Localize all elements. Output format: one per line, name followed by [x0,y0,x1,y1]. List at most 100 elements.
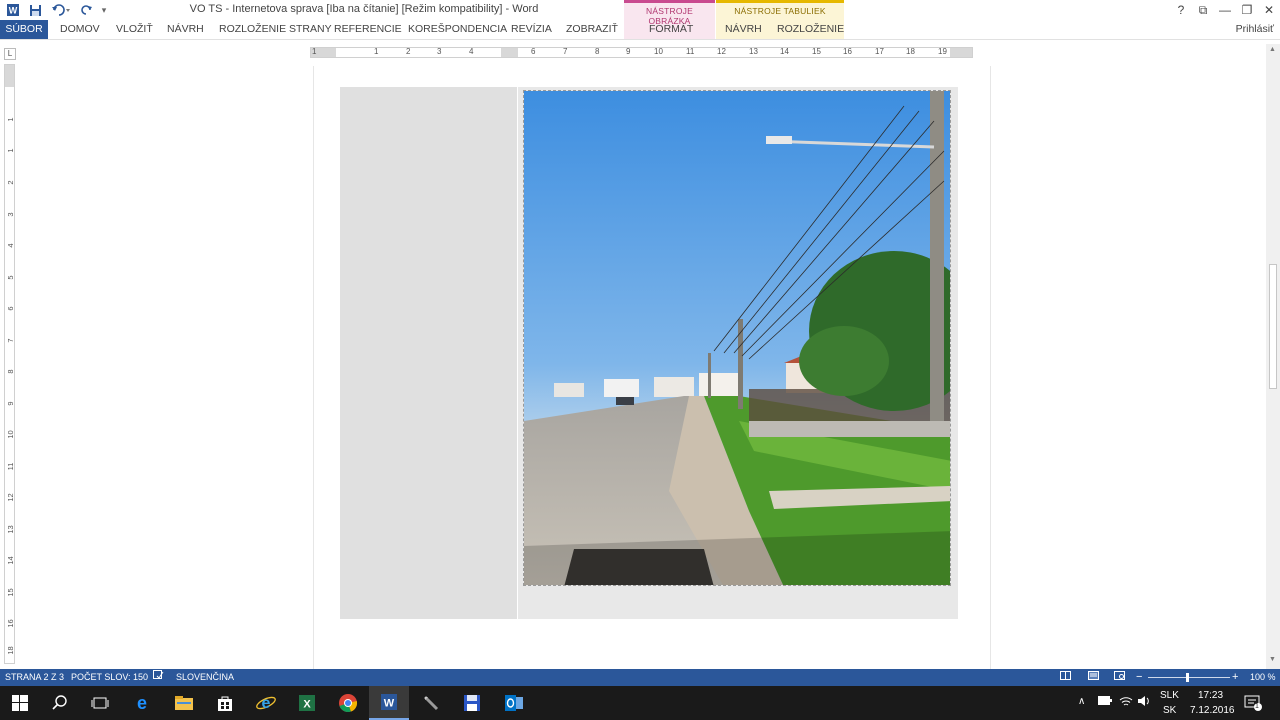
ruler-number: 1 [6,148,15,153]
tab-file[interactable]: SÚBOR [0,20,48,39]
tab-mailings[interactable]: KOREŠPONDENCIA [408,20,507,39]
tab-review[interactable]: REVÍZIA [511,20,552,39]
zoom-slider[interactable] [1148,677,1230,678]
ruler-number: 4 [6,243,15,248]
scroll-down-icon[interactable]: ▼ [1269,656,1276,663]
tab-insert[interactable]: VLOŽIŤ [116,20,153,39]
ruler-number: 18 [906,47,915,56]
close-button[interactable]: ✕ [1258,2,1280,18]
redo-icon[interactable] [79,2,95,18]
volume-icon[interactable] [1137,695,1151,710]
ruler-number: 2 [6,180,15,185]
ruler-number: 7 [563,47,568,56]
scrollbar-thumb[interactable] [1269,264,1277,389]
ruler-number: 10 [654,47,663,56]
input-language-top[interactable]: SLK [1160,690,1179,701]
input-language-bottom[interactable]: SK [1163,705,1176,716]
restore-button[interactable]: ❐ [1236,2,1258,18]
page-count[interactable]: STRANA 2 Z 3 [5,669,64,686]
web-layout-icon[interactable] [1114,669,1125,686]
excel-icon[interactable]: X [287,686,327,720]
scroll-up-icon[interactable]: ▲ [1269,46,1276,53]
ruler-number: 5 [6,275,15,280]
ruler-number: 9 [626,47,631,56]
tab-design[interactable]: NÁVRH [167,20,204,39]
tab-home[interactable]: DOMOV [60,20,100,39]
tab-table-design[interactable]: NÁVRH [725,20,762,39]
file-explorer-icon[interactable] [164,686,204,720]
chevron-up-icon[interactable]: ∧ [1078,696,1085,707]
tab-selector[interactable]: L [4,48,16,60]
clock-time[interactable]: 17:23 [1198,690,1223,701]
outlook-icon[interactable] [494,686,534,720]
minimize-button[interactable]: — [1214,2,1236,18]
ruler-number: 17 [875,47,884,56]
ruler-number: 13 [6,525,15,534]
horizontal-ruler[interactable]: 1 1 2 3 4 6 7 8 9 10 11 12 13 14 15 16 1… [310,47,973,58]
ruler-number: 8 [6,369,15,374]
ruler-number: 15 [6,588,15,597]
vertical-scrollbar[interactable]: ▲ ▼ [1266,44,1280,669]
notifications-count: 1 [1255,703,1259,710]
search-icon[interactable] [40,686,80,720]
clock-date[interactable]: 7.12.2016 [1190,705,1235,716]
edge-icon[interactable]: e [122,686,162,720]
read-mode-icon[interactable] [1060,669,1071,686]
ruler-number: 12 [717,47,726,56]
sign-in-link[interactable]: Prihlásiť [1236,20,1274,39]
word-count[interactable]: POČET SLOV: 150 [71,669,148,686]
tab-references[interactable]: REFERENCIE [334,20,402,39]
tab-table-layout[interactable]: ROZLOŽENIE [777,20,844,39]
wifi-icon[interactable] [1119,695,1133,710]
ruler-number: 9 [6,401,15,406]
save-icon[interactable] [26,2,44,18]
document-canvas[interactable] [18,66,1266,669]
proofing-icon[interactable] [153,669,164,686]
svg-text:W: W [9,6,18,16]
help-button[interactable]: ? [1170,2,1192,18]
ruler-number: 15 [812,47,821,56]
zoom-level[interactable]: 100 % [1250,669,1276,686]
ruler-number: 6 [531,47,536,56]
ruler-number: 16 [6,619,15,628]
battery-icon[interactable] [1098,696,1112,708]
table-cell[interactable] [340,87,517,619]
chrome-icon[interactable] [328,686,368,720]
word-app-icon[interactable]: W [4,2,22,18]
customize-qat-icon[interactable]: ▾ [98,2,110,18]
svg-text:e: e [262,695,271,712]
status-bar: STRANA 2 Z 3 POČET SLOV: 150 SLOVENČINA … [0,669,1280,686]
word-icon[interactable]: W [369,686,409,720]
ruler-number: 11 [686,47,695,56]
zoom-slider-thumb[interactable] [1186,673,1189,682]
tab-picture-format[interactable]: FORMÁT [649,20,693,39]
ruler-number: 19 [938,47,947,56]
language-indicator[interactable]: SLOVENČINA [176,669,234,686]
ruler-number: 13 [749,47,758,56]
start-icon[interactable] [0,686,40,720]
undo-icon[interactable] [50,2,72,18]
notifications-icon[interactable] [1244,695,1262,714]
store-icon[interactable] [205,686,245,720]
ruler-number: 3 [6,212,15,217]
tool-icon[interactable] [411,686,451,720]
floppy-icon[interactable] [452,686,492,720]
vertical-ruler[interactable]: 1 1 2 3 4 5 6 7 8 9 10 11 12 13 14 15 16… [4,64,15,664]
ruler-number: 6 [6,306,15,311]
zoom-out-button[interactable]: − [1136,669,1142,686]
street-photo[interactable] [523,90,951,586]
tab-page-layout[interactable]: ROZLOŽENIE STRANY [219,20,332,39]
task-view-icon[interactable] [80,686,120,720]
table-tools-label: NÁSTROJE TABULIEK [734,6,826,16]
svg-text:e: e [137,693,147,713]
ribbon-display-options-button[interactable]: ⧉ [1192,2,1214,18]
ruler-number: 11 [6,462,15,471]
internet-explorer-icon[interactable]: e [246,686,286,720]
zoom-in-button[interactable]: + [1232,669,1238,686]
ruler-number: 14 [780,47,789,56]
print-layout-icon[interactable] [1088,669,1099,686]
document-page[interactable] [313,66,991,669]
svg-text:W: W [384,698,395,710]
tab-view[interactable]: ZOBRAZIŤ [566,20,618,39]
ruler-number: 4 [469,47,474,56]
